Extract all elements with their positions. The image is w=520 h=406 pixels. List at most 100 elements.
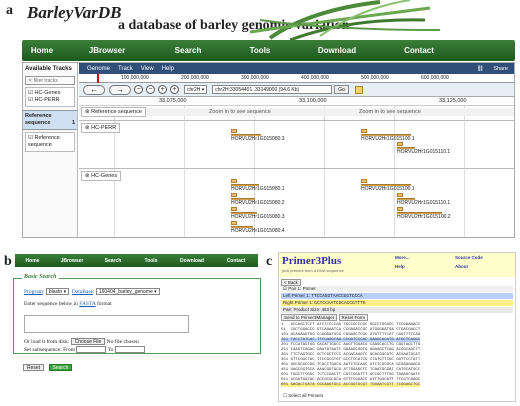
menu-genome[interactable]: Genome xyxy=(87,66,110,72)
enter-seq-text: Enter sequence below in xyxy=(24,301,78,307)
overview-ruler[interactable]: 100,000,000 200,000,000 300,000,000 400,… xyxy=(79,74,514,83)
menu-help[interactable]: Help xyxy=(395,264,405,269)
location-input[interactable]: chr2H:33054401..33149000 (94.6 Kb) xyxy=(212,85,333,94)
pan-left-button[interactable]: ← xyxy=(83,84,105,95)
zoom-out-more-icon[interactable]: − xyxy=(134,85,143,94)
menu-help[interactable]: Help xyxy=(162,66,174,72)
primer3-buttons: Send to Primer3Manager Reset Form xyxy=(281,314,369,321)
track-list: ☑ HC-Genes ☑ HC-PERR xyxy=(25,87,75,107)
program-row: Program: blastn ▾ DataBase: 160404_barle… xyxy=(24,288,160,295)
reset-form-button[interactable]: Reset Form xyxy=(338,314,369,321)
gene-feature[interactable]: HORVU2Hr1G015080.4 xyxy=(231,220,285,234)
program-value: blastn xyxy=(48,289,63,295)
sequence-line: 601 GAGGCTGATA CGCAAGTGCC ACCGGTGCGT TGG… xyxy=(281,383,421,387)
nav-download[interactable]: Download xyxy=(296,46,378,55)
perr-feature[interactable]: HORVU2Hr1G015080.3 xyxy=(231,128,285,142)
feature-label: HORVU2Hr1G015110.1 xyxy=(397,149,451,155)
feature-glyph xyxy=(361,178,367,183)
no-file-text: No file chosen xyxy=(106,339,139,345)
close-icon[interactable]: ⊗ xyxy=(85,109,90,115)
panel-label-a: a xyxy=(6,3,13,18)
back-button[interactable]: < Back xyxy=(281,279,301,286)
arrow-right-icon: → xyxy=(116,84,124,94)
program-link[interactable]: Program xyxy=(24,289,43,295)
subseq-row: Set subsequence: From To xyxy=(24,346,145,353)
nav-search[interactable]: Search xyxy=(94,258,132,264)
feature-glyph xyxy=(361,128,367,133)
genes-track-name: HC-Genes xyxy=(91,173,118,179)
menu-view[interactable]: View xyxy=(141,66,154,72)
nav-home[interactable]: Home xyxy=(22,46,62,55)
menu-more[interactable]: More... xyxy=(395,255,410,260)
form-buttons: Reset Search xyxy=(23,356,73,374)
overview-tick: 500,000,000 xyxy=(361,75,389,81)
to-input[interactable] xyxy=(114,346,145,353)
overview-tick: 300,000,000 xyxy=(241,75,269,81)
grid-line xyxy=(394,106,395,237)
sequence-textarea[interactable] xyxy=(24,315,189,333)
nav-contact[interactable]: Contact xyxy=(214,258,258,264)
nav-tools[interactable]: Tools xyxy=(224,46,296,55)
ref-track-label[interactable]: ⊗ Reference sequence xyxy=(81,107,146,117)
share-button[interactable]: ⛓ Share xyxy=(469,66,508,72)
jbrowse-menubar: Genome Track View Help ⛓ Share xyxy=(79,63,514,74)
nav-search[interactable]: Search xyxy=(152,46,224,55)
nav-tools[interactable]: Tools xyxy=(132,258,170,264)
primer3plus-window: Primer3Plus pick primers from a DNA sequ… xyxy=(278,252,516,402)
nav-jbrowser[interactable]: JBrowser xyxy=(62,46,152,55)
choose-file-button[interactable]: Choose File xyxy=(70,338,106,345)
gene-feature[interactable]: HORVU2Hr1G015100.2 xyxy=(397,206,451,220)
feature-glyph xyxy=(397,206,403,211)
zoom-in-more-icon[interactable]: + xyxy=(170,85,179,94)
track-filter-input[interactable]: ✕ filter tracks xyxy=(25,76,75,85)
menu-source-code[interactable]: Source Code xyxy=(455,255,483,260)
pair-stats-row: Pair: Product Size: 463 bp xyxy=(281,307,513,313)
nav-jbrowser[interactable]: JBrowser xyxy=(50,258,94,264)
highlight-icon[interactable] xyxy=(354,85,363,94)
genes-track-label[interactable]: ⊗ HC-Genes xyxy=(81,171,122,181)
gene-feature[interactable]: HORVU2Hr1G015080.1 xyxy=(231,178,285,192)
program-select[interactable]: blastn ▾ xyxy=(45,288,70,295)
nav-home[interactable]: Home xyxy=(15,258,50,264)
close-icon[interactable]: ⊗ xyxy=(85,173,90,179)
overview-position-marker[interactable] xyxy=(97,74,99,83)
track-area[interactable]: Zoom in to see sequence Zoom in to see s… xyxy=(79,106,514,237)
database-select[interactable]: 160404_barley_genome ▾ xyxy=(95,288,160,295)
search-nav: Home JBrowser Search Tools Download Cont… xyxy=(15,254,258,267)
from-input[interactable] xyxy=(76,346,107,353)
gene-feature[interactable]: HORVU2Hr1G015080.2 xyxy=(231,192,285,206)
perr-track-label[interactable]: ⊗ HC-PERR xyxy=(81,123,121,133)
chrom-value: chr2H xyxy=(187,87,201,93)
zoom-in-icon[interactable]: + xyxy=(158,85,167,94)
close-icon[interactable]: ⊗ xyxy=(85,125,90,131)
ref-track-item[interactable]: ☑ Reference sequence xyxy=(25,132,75,152)
feature-label: HORVU2Hr1G015100.2 xyxy=(397,214,451,220)
send-to-manager-button[interactable]: Send to Primer3Manager xyxy=(281,314,338,321)
panel-a: a BarleyVarDB a database of barley genom… xyxy=(0,0,520,240)
track-item-hc-perr[interactable]: ☑ HC-PERR xyxy=(28,97,72,104)
menu-about[interactable]: About xyxy=(455,264,468,269)
ref-section-header[interactable]: Reference sequence 1 xyxy=(23,110,77,130)
app-title: BarleyVarDB xyxy=(27,3,122,22)
select-all-row[interactable]: ☐ Select all Primers xyxy=(283,393,323,399)
arrow-left-icon: ← xyxy=(90,84,98,94)
database-value: 160404_barley_genome xyxy=(98,289,153,295)
fasta-link[interactable]: FASTA xyxy=(79,301,95,307)
pan-right-button[interactable]: → xyxy=(109,84,131,95)
database-link[interactable]: DataBase xyxy=(72,289,93,295)
chromosome-select[interactable]: chr2H ▾ xyxy=(184,85,208,94)
nav-contact[interactable]: Contact xyxy=(378,46,460,55)
search-button[interactable]: Search xyxy=(48,364,73,371)
nav-download[interactable]: Download xyxy=(170,258,214,264)
menu-track[interactable]: Track xyxy=(118,66,133,72)
perr-feature[interactable]: HORVU2Hr1G015110.1 xyxy=(397,141,450,155)
gene-feature[interactable]: HORVU2Hr1G015110.1 xyxy=(397,192,450,206)
zoom-out-icon[interactable]: − xyxy=(146,85,155,94)
gene-feature[interactable]: HORVU2Hr1G015080.3 xyxy=(231,206,285,220)
form-legend: Basic Search xyxy=(22,274,59,280)
reset-button[interactable]: Reset xyxy=(23,364,45,371)
go-button[interactable]: Go xyxy=(334,85,349,94)
perr-feature[interactable]: HORVU2Hr1G015100.1 xyxy=(361,128,415,142)
track-item-hc-genes[interactable]: ☑ HC-Genes xyxy=(28,90,72,97)
gene-feature[interactable]: HORVU2Hr1G015100.1 xyxy=(361,178,415,192)
